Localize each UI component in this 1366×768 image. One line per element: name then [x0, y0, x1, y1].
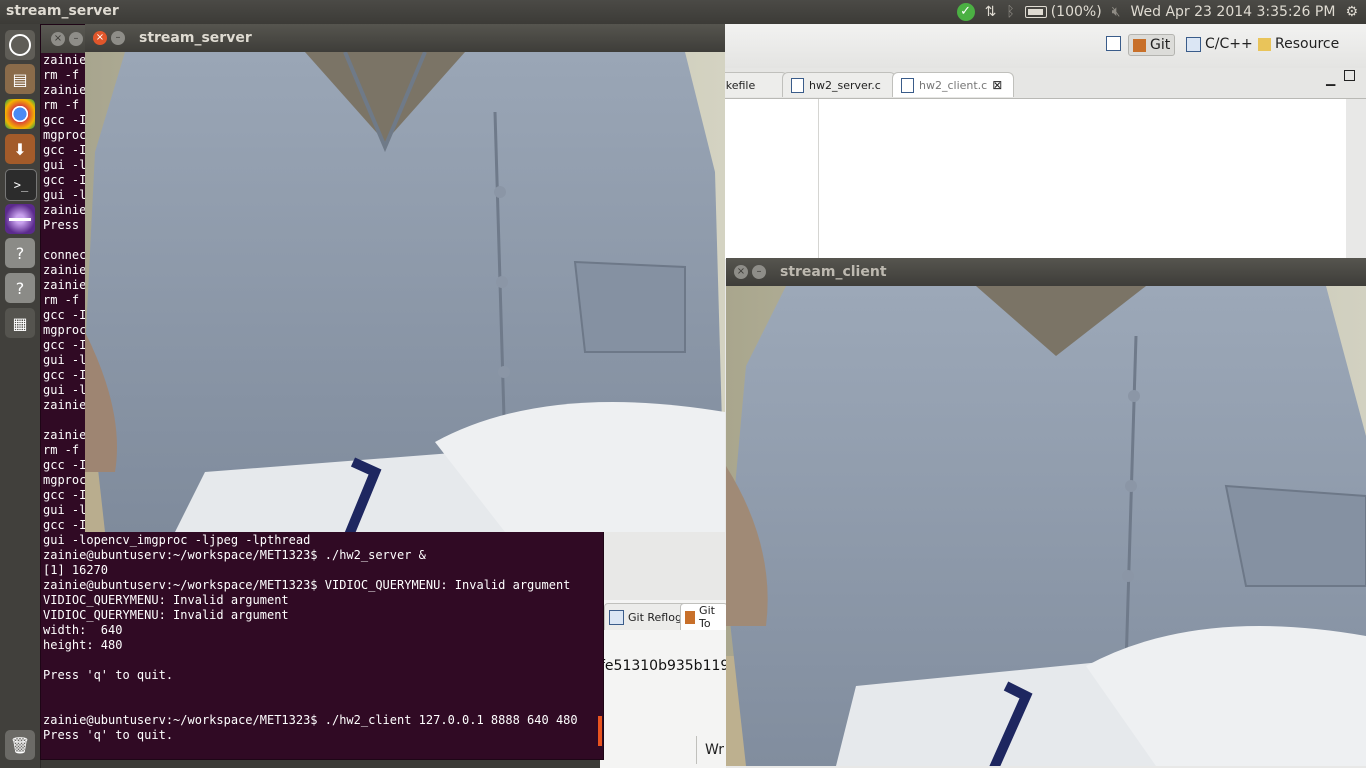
software-center-icon[interactable]: ⬇ — [5, 134, 35, 164]
trash-icon[interactable]: 🗑︎ — [5, 730, 35, 760]
battery-icon — [1024, 6, 1047, 18]
minimize-icon[interactable]: – — [111, 31, 125, 45]
battery-percent: (100%) — [1050, 4, 1102, 20]
perspective-cpp[interactable]: C/C++ — [1182, 34, 1257, 54]
tab-hw2-server[interactable]: hw2_server.c — [782, 72, 896, 97]
eclipse-icon[interactable] — [5, 204, 35, 234]
stream-server-window[interactable]: × – stream_server — [85, 24, 725, 532]
terminal-line: [1] 16270 — [43, 563, 109, 577]
stream-client-window[interactable]: × – stream_client — [726, 258, 1366, 766]
terminal-line: height: 480 — [43, 638, 123, 652]
terminal-line: zainie@ubuntuserv:~/workspace/MET1323$ .… — [43, 548, 426, 562]
view-git-reflog-label: Git Reflog — [628, 610, 682, 624]
workspace-switcher-icon[interactable]: ▦ — [5, 308, 35, 338]
close-icon[interactable]: × — [93, 31, 107, 45]
stream-server-titlebar[interactable]: × – stream_server — [85, 24, 725, 52]
client-webcam-image — [726, 286, 1366, 766]
clock[interactable]: Wed Apr 23 2014 3:35:26 PM — [1131, 4, 1336, 20]
unknown-app-icon[interactable]: ? — [5, 238, 35, 268]
view-git-tree[interactable]: Git To — [680, 603, 728, 630]
terminal-line: VIDIOC_QUERYMENU: Invalid argument — [43, 593, 289, 607]
open-perspective-button[interactable] — [1102, 34, 1125, 53]
minimize-icon[interactable]: – — [752, 265, 766, 279]
volume-muted-icon[interactable]: 🔇︎ — [1112, 4, 1121, 20]
stream-client-titlebar[interactable]: × – stream_client — [726, 258, 1366, 286]
terminal-line: zainie@ubuntuserv:~/workspace/MET1323$ V… — [43, 578, 571, 592]
minimize-editor-icon[interactable]: ▁ — [1326, 72, 1335, 86]
tab-hw2-client[interactable]: hw2_client.c ⊠ — [892, 72, 1014, 97]
view-git-reflog[interactable]: Git Reflog — [604, 603, 687, 630]
unknown-app-icon-2[interactable]: ? — [5, 273, 35, 303]
perspective-git-label: Git — [1150, 37, 1171, 53]
stream-server-title: stream_server — [139, 30, 252, 46]
chrome-browser-icon[interactable] — [5, 99, 35, 129]
tab-hw2-client-label: hw2_client.c — [919, 78, 988, 92]
file-manager-icon[interactable]: ▤ — [5, 64, 35, 94]
terminal-icon[interactable]: >_ — [5, 169, 37, 201]
c-file-icon — [901, 77, 914, 93]
perspective-git[interactable]: Git — [1128, 34, 1176, 56]
c-file-icon — [791, 77, 804, 93]
terminal-cursor — [598, 716, 602, 746]
perspective-resource-label: Resource — [1275, 36, 1340, 52]
terminal-line: zainie@ubuntuserv:~/workspace/MET1323$ .… — [43, 713, 578, 727]
network-icon[interactable]: ⇅ — [985, 4, 997, 20]
perspective-resource[interactable]: Resource — [1254, 34, 1343, 54]
server-webcam-image — [85, 52, 725, 532]
terminal-line: gui -lopencv_imgproc -ljpeg -lpthread — [43, 533, 311, 547]
update-check-icon[interactable]: ✓ — [956, 3, 975, 21]
client-video-frame — [726, 286, 1366, 766]
minimize-icon[interactable]: – — [69, 32, 83, 46]
close-icon[interactable]: × — [51, 32, 65, 46]
system-tray: ✓ ⇅ ᛒ (100%) 🔇︎ Wed Apr 23 2014 3:35:26 … — [956, 2, 1358, 22]
dash-home-icon[interactable] — [5, 30, 35, 60]
stream-client-title: stream_client — [780, 264, 887, 280]
maximize-editor-icon[interactable] — [1344, 70, 1355, 81]
close-tab-icon[interactable]: ⊠ — [992, 78, 1002, 92]
terminal-line: width: 640 — [43, 623, 123, 637]
server-video-frame — [85, 52, 725, 532]
battery-indicator[interactable]: (100%) — [1024, 4, 1102, 20]
commit-hash[interactable]: fe51310b935b119b — [600, 658, 738, 674]
close-icon[interactable]: × — [734, 265, 748, 279]
view-git-tree-label: Git To — [699, 604, 715, 630]
power-gear-icon[interactable]: ⚙ — [1345, 4, 1358, 20]
top-panel: stream_server ✓ ⇅ ᛒ (100%) 🔇︎ Wed Apr 23… — [0, 0, 1366, 24]
terminal-line: Press 'q' to quit. — [43, 668, 174, 682]
active-app-title: stream_server — [6, 3, 119, 19]
bluetooth-icon[interactable]: ᛒ — [1006, 4, 1014, 20]
tab-hw2-server-label: hw2_server.c — [809, 78, 881, 92]
perspective-cpp-label: C/C++ — [1205, 36, 1253, 52]
launcher: ▤ ⬇ >_ ? ? ▦ 🗑︎ — [0, 24, 41, 768]
terminal-line: VIDIOC_QUERYMENU: Invalid argument — [43, 608, 289, 622]
terminal-line: Press 'q' to quit. — [43, 728, 174, 742]
